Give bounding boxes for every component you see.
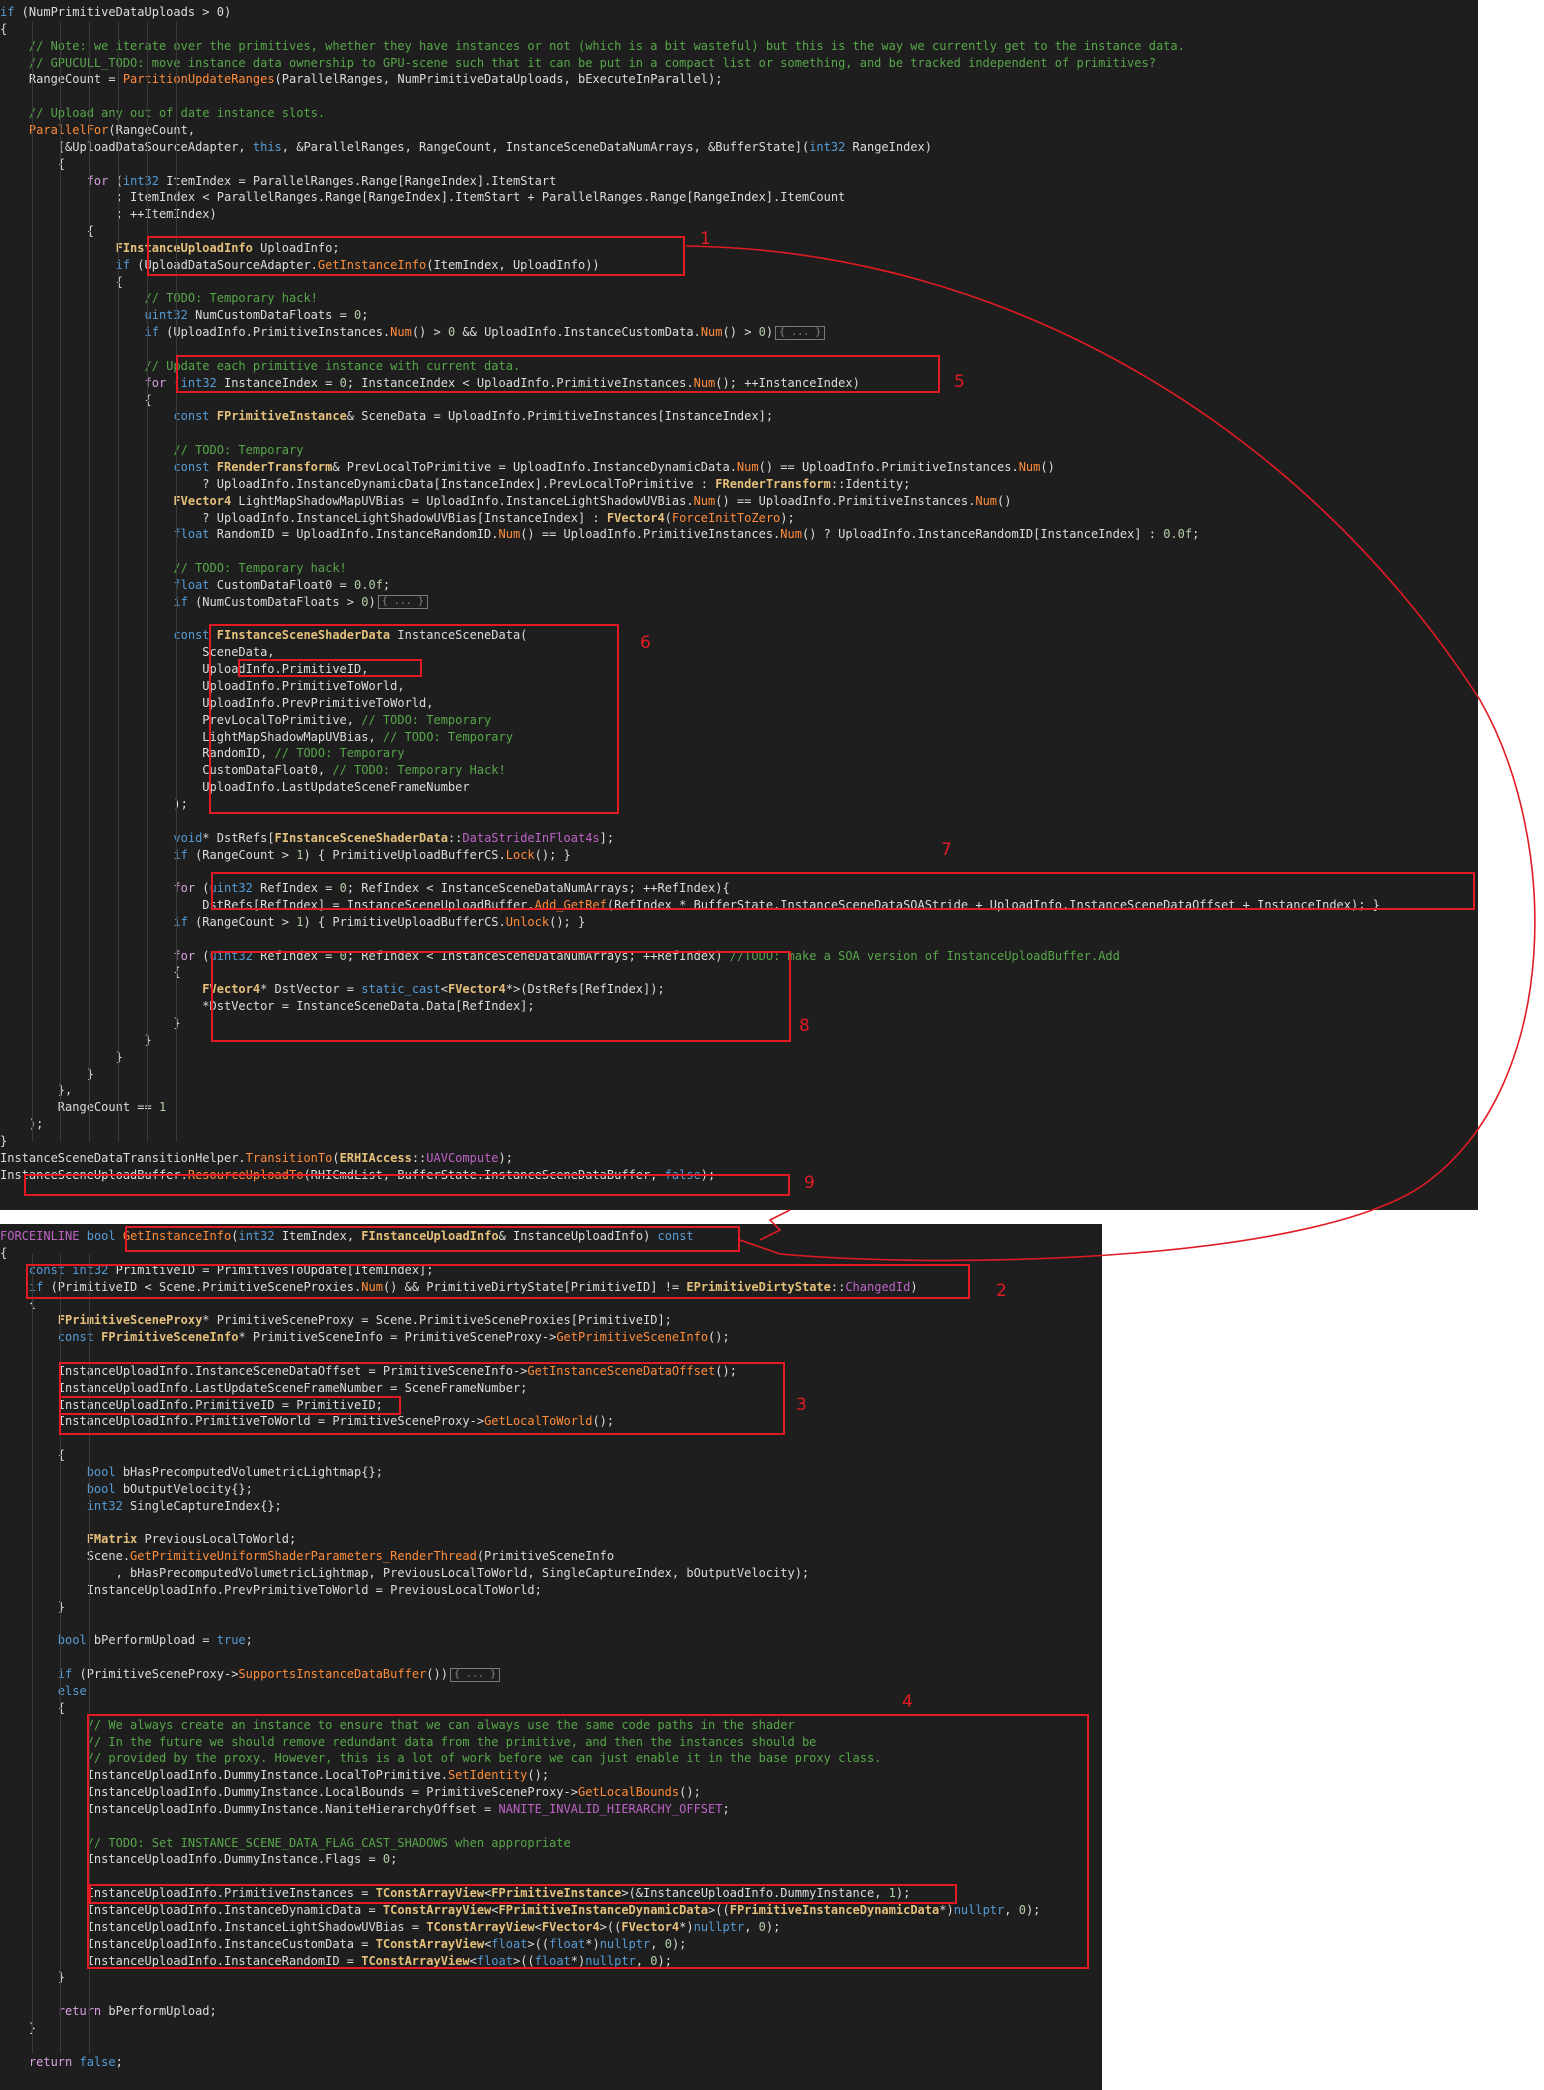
connector-line	[685, 245, 1536, 1262]
